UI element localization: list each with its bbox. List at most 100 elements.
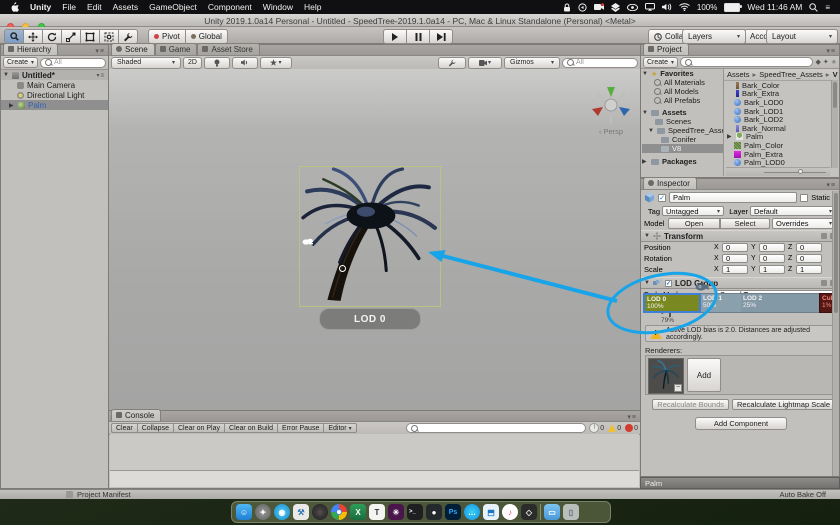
asset-palm-color[interactable]: Palm_Color — [724, 141, 838, 150]
rotation-y-field[interactable]: 0 — [759, 254, 785, 263]
foldout-icon[interactable]: ▼ — [644, 280, 650, 286]
menubar-clock[interactable]: Wed 11:46 AM — [747, 2, 802, 12]
tree-assets-folder[interactable]: ▼Assets — [642, 108, 723, 117]
position-y-field[interactable]: 0 — [759, 243, 785, 252]
scale-x-field[interactable]: 1 — [722, 265, 748, 274]
rotation-z-field[interactable]: 0 — [796, 254, 822, 263]
rotation-x-field[interactable]: 0 — [722, 254, 748, 263]
scene-tools-button[interactable] — [438, 57, 466, 69]
console-collapse-button[interactable]: Collapse — [137, 423, 173, 433]
transform-tool-button[interactable] — [99, 29, 118, 44]
recalculate-lightmap-button[interactable]: Recalculate Lightmap Scale — [732, 399, 835, 410]
dock-keynote-icon[interactable]: ⬒ — [483, 504, 499, 520]
dock-folder-icon[interactable]: ▭ — [544, 504, 560, 520]
slider-thumb[interactable] — [798, 169, 803, 174]
step-button[interactable] — [429, 29, 453, 44]
menu-assets[interactable]: Assets — [113, 2, 139, 12]
console-clear-on-build-button[interactable]: Clear on Build — [224, 423, 277, 433]
layers-dropdown[interactable]: Layers▾ — [682, 29, 746, 44]
info-icon[interactable]: ! — [589, 423, 599, 433]
eye-icon[interactable] — [627, 4, 638, 11]
tab-inspector[interactable]: Inspector — [643, 177, 697, 189]
rect-tool-button[interactable] — [80, 29, 99, 44]
control-center-icon[interactable]: ≡ — [825, 3, 830, 12]
dock-chrome-icon[interactable] — [331, 504, 347, 520]
project-search-input[interactable] — [680, 57, 813, 67]
view-tool-button[interactable] — [4, 29, 23, 44]
asset-bark-lod1[interactable]: Bark_LOD1 — [724, 107, 838, 116]
scene-camera-dropdown[interactable]: ▾ — [468, 57, 502, 69]
foldout-icon[interactable]: ▼ — [644, 233, 650, 239]
layout-dropdown[interactable]: Layout▾ — [766, 29, 838, 44]
tab-project[interactable]: Project — [643, 43, 689, 55]
dock-github-icon[interactable]: ● — [426, 504, 442, 520]
asset-list-scrollbar[interactable] — [831, 80, 838, 168]
lod-camera-icon[interactable] — [695, 282, 709, 292]
asset-bark-lod0[interactable]: Bark_LOD0 — [724, 98, 838, 107]
tree-scenes-folder[interactable]: Scenes — [642, 117, 723, 126]
dock-excel-icon[interactable]: X — [350, 504, 366, 520]
asset-palm-extra[interactable]: Palm_Extra — [724, 150, 838, 159]
add-renderer-button[interactable]: Add — [687, 358, 721, 392]
asset-bark-lod2[interactable]: Bark_LOD2 — [724, 115, 838, 124]
scene-search-input[interactable]: All — [562, 58, 638, 68]
tree-v8-folder[interactable]: V8 — [642, 144, 723, 153]
inspector-scrollbar[interactable] — [832, 191, 839, 476]
lod-group-enabled-checkbox[interactable]: ✓ — [665, 280, 672, 287]
asset-palm[interactable]: ▶Palm — [724, 133, 838, 142]
project-create-button[interactable]: Create▾ — [643, 57, 678, 68]
favorites-folder[interactable]: ▼★Favorites — [642, 69, 723, 78]
hierarchy-search-input[interactable]: All — [40, 58, 106, 68]
hierarchy-create-button[interactable]: Create▾ — [3, 57, 38, 68]
spotlight-icon[interactable] — [809, 3, 818, 12]
lod2-segment[interactable]: LOD 225% — [741, 293, 819, 313]
lighting-toggle-button[interactable] — [204, 57, 230, 69]
transform-gizmo-center[interactable] — [339, 265, 346, 272]
search-by-label-icon[interactable]: ✦ — [823, 58, 829, 66]
dock-finder-icon[interactable]: ☺ — [236, 504, 252, 520]
dock-launchpad-icon[interactable]: ✦ — [255, 504, 271, 520]
menu-window[interactable]: Window — [263, 2, 293, 12]
menu-unity[interactable]: Unity — [30, 2, 51, 12]
active-checkbox[interactable]: ✓ — [658, 194, 666, 202]
dock-app-icon[interactable]: ◌ — [312, 504, 328, 520]
console-panel-menu[interactable]: ▾≡ — [627, 413, 640, 421]
expand-icon[interactable]: ▶ — [727, 133, 733, 140]
menu-help[interactable]: Help — [304, 2, 321, 12]
tag-dropdown[interactable]: Untagged▾ — [662, 206, 724, 216]
lod-group-component-header[interactable]: ▼ ✓ LOD Group — [641, 277, 839, 289]
auto-bake-status[interactable]: Auto Bake Off — [779, 490, 826, 499]
pause-button[interactable] — [406, 29, 429, 44]
model-open-button[interactable]: Open — [668, 218, 720, 229]
dock-textedit-icon[interactable]: T — [369, 504, 385, 520]
menu-gameobject[interactable]: GameObject — [149, 2, 197, 12]
console-clear-on-play-button[interactable]: Clear on Play — [173, 423, 224, 433]
gizmos-dropdown[interactable]: Gizmos▾ — [504, 57, 560, 69]
recalculate-bounds-button[interactable]: Recalculate Bounds — [652, 399, 729, 410]
remove-renderer-button[interactable]: − — [674, 384, 682, 392]
menu-file[interactable]: File — [62, 2, 76, 12]
favorite-star-icon[interactable]: ★ — [831, 58, 837, 66]
dock-terminal-icon[interactable]: >_ — [407, 504, 423, 520]
tree-packages[interactable]: ▶Packages — [642, 157, 723, 166]
console-log-list[interactable] — [110, 434, 639, 471]
project-panel-menu[interactable]: ▾≡ — [826, 47, 839, 55]
persp-label[interactable]: ‹ Persp — [587, 127, 635, 136]
model-overrides-dropdown[interactable]: Overrides▾ — [772, 218, 836, 229]
console-editor-dropdown[interactable]: Editor ▾ — [323, 423, 356, 433]
preset-icon[interactable] — [821, 233, 827, 239]
global-toggle-button[interactable]: Global — [186, 29, 228, 44]
menu-edit[interactable]: Edit — [87, 2, 102, 12]
console-error-pause-button[interactable]: Error Pause — [277, 423, 323, 433]
layer-dropdown[interactable]: Default▾ — [750, 206, 836, 216]
lod0-segment[interactable]: LOD 0100% — [643, 293, 701, 313]
window-titlebar[interactable]: Unity 2019.1.0a14 Personal - Untitled - … — [0, 14, 840, 27]
2d-toggle-button[interactable]: 2D — [183, 57, 202, 69]
position-x-field[interactable]: 0 — [722, 243, 748, 252]
tab-asset-store[interactable]: Asset Store — [197, 43, 259, 55]
breadcrumb[interactable]: Assets▸SpeedTree_Assets▸V8 — [724, 69, 838, 81]
console-search-input[interactable] — [406, 423, 586, 433]
tab-console[interactable]: Console — [111, 409, 161, 421]
dropbox-icon[interactable] — [611, 3, 620, 12]
scene-viewport[interactable]: LOD 0 ‹ Persp — [109, 69, 640, 410]
